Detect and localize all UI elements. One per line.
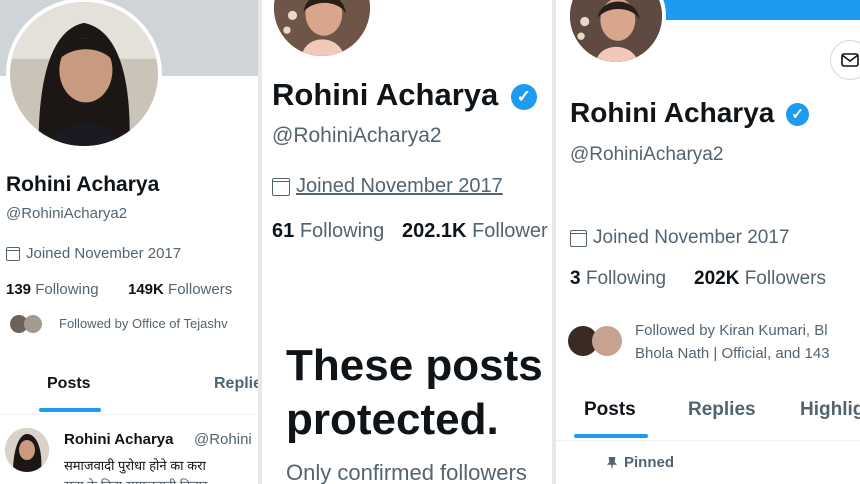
joined-text: Joined November 2017 [26, 245, 182, 262]
profile-panel-2: Rohini Acharya ✓ @RohiniAcharya2 Joined … [262, 0, 552, 484]
profile-avatar[interactable] [270, 0, 374, 60]
avatar-photo [274, 0, 370, 56]
joined-date: Joined November 2017 [272, 175, 503, 198]
following-count: 61 [272, 220, 295, 242]
tweet-author-name[interactable]: Rohini Acharya [64, 431, 173, 448]
profile-handle: @RohiniAcharya2 [6, 205, 128, 222]
message-button[interactable] [830, 40, 860, 80]
profile-name: Rohini Acharya ✓ [272, 77, 537, 113]
active-tab-indicator [574, 434, 648, 438]
tab-posts[interactable]: Posts [47, 375, 91, 393]
profile-name-text: Rohini Acharya [272, 77, 499, 112]
followers-link[interactable]: 202.1K Follower [402, 220, 548, 243]
pinned-label: Pinned [606, 454, 674, 471]
following-link[interactable]: 61 Following [272, 220, 384, 243]
joined-date: Joined November 2017 [570, 227, 789, 249]
follower-avatar [592, 326, 622, 356]
divider [556, 440, 860, 441]
following-link[interactable]: 3 Following [570, 268, 666, 290]
profile-banner [648, 0, 860, 20]
profile-panel-3: Rohini Acharya ✓ @RohiniAcharya2 Joined … [556, 0, 860, 484]
tweet-text-line: सता के बिना समाजवादी विचार [64, 476, 207, 484]
profile-avatar[interactable] [6, 0, 162, 150]
followers-count: 202.1K [402, 220, 467, 242]
calendar-icon [272, 177, 290, 196]
followers-count: 149K [128, 281, 164, 298]
envelope-icon [841, 53, 859, 67]
followed-by[interactable]: Followed by Office of Tejashv [59, 316, 228, 331]
verified-badge-icon[interactable]: ✓ [510, 83, 537, 110]
calendar-icon [570, 229, 587, 247]
profile-panel-1: Rohini Acharya @RohiniAcharya2 Joined No… [0, 0, 258, 484]
following-label: Following [299, 220, 385, 242]
following-count: 3 [570, 268, 581, 289]
tweet-author-handle: @Rohini [194, 431, 252, 448]
followers-count: 202K [694, 268, 740, 289]
followers-label: Follower [472, 220, 548, 242]
followers-link[interactable]: 149K Followers [128, 281, 232, 298]
verified-badge-icon[interactable]: ✓ [786, 103, 810, 127]
followers-link[interactable]: 202K Followers [694, 268, 826, 290]
joined-text: Joined November 2017 [296, 175, 503, 197]
profile-name-text: Rohini Acharya [570, 97, 775, 128]
tab-replies[interactable]: Replies [688, 399, 756, 421]
profile-handle: @RohiniAcharya2 [272, 124, 442, 147]
protected-heading-line: protected. [286, 395, 499, 444]
following-label: Following [585, 268, 667, 289]
avatar-photo [5, 428, 49, 472]
tweet-text-line: समाजवादी पुरोधा होने का करा [64, 458, 206, 473]
tweet-avatar[interactable] [5, 428, 49, 472]
protected-subtext: Only confirmed followers [286, 460, 527, 484]
tab-posts[interactable]: Posts [584, 399, 636, 421]
pinned-text: Pinned [624, 454, 675, 471]
tab-replies[interactable]: Replie [214, 375, 258, 393]
following-count: 139 [6, 281, 32, 298]
calendar-icon [6, 246, 20, 261]
profile-avatar[interactable] [566, 0, 666, 66]
followed-by[interactable]: Followed by Kiran Kumari, Bl [635, 322, 828, 339]
follower-avatar [24, 315, 42, 333]
avatar-photo [570, 0, 662, 62]
followers-label: Followers [168, 281, 233, 298]
tab-highlights[interactable]: Highlig [800, 399, 860, 421]
profile-name: Rohini Acharya ✓ [570, 97, 810, 129]
joined-text: Joined November 2017 [593, 227, 790, 248]
pin-icon [606, 456, 618, 470]
following-label: Following [35, 281, 99, 298]
active-tab-indicator [39, 408, 101, 412]
profile-handle: @RohiniAcharya2 [570, 144, 724, 165]
followers-label: Followers [744, 268, 827, 289]
protected-heading-line: These posts [286, 341, 543, 390]
avatar-photo [10, 2, 158, 146]
joined-date: Joined November 2017 [6, 245, 181, 262]
divider [0, 414, 258, 415]
followed-by[interactable]: Bhola Nath | Official, and 143 [635, 345, 830, 362]
following-link[interactable]: 139 Following [6, 281, 99, 298]
profile-name: Rohini Acharya [6, 173, 160, 196]
